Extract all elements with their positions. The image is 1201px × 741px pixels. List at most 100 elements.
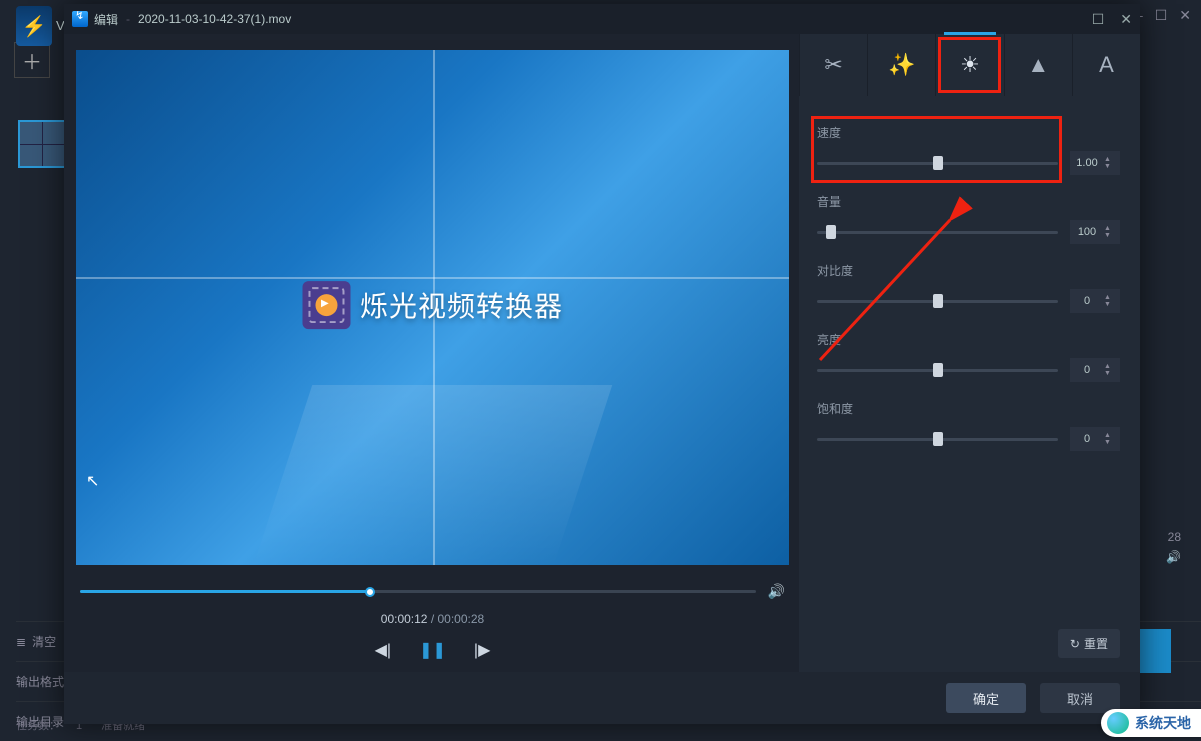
brightness-down-icon[interactable]: ▼ bbox=[1104, 370, 1111, 377]
brightness-thumb[interactable] bbox=[933, 363, 943, 377]
site-badge: 系统天地 bbox=[1101, 709, 1201, 737]
modal-app-icon bbox=[72, 11, 88, 27]
reflection-decor bbox=[253, 385, 611, 565]
add-file-button[interactable]: ＋ bbox=[14, 42, 50, 78]
modal-window-controls: ☐ ✕ bbox=[1092, 11, 1132, 28]
speed-group: 速度 ▲▼ bbox=[817, 124, 1120, 175]
watermark-text: 烁光视频转换器 bbox=[360, 285, 563, 325]
time-display: 00:00:12 / 00:00:28 bbox=[76, 612, 789, 626]
saturation-slider[interactable] bbox=[817, 438, 1058, 441]
volume-spinner[interactable]: ▲▼ bbox=[1070, 220, 1120, 244]
ok-button[interactable]: 确定 bbox=[946, 683, 1026, 713]
saturation-down-icon[interactable]: ▼ bbox=[1104, 439, 1111, 446]
contrast-group: 对比度 ▲▼ bbox=[817, 262, 1120, 313]
watermark-overlay: 烁光视频转换器 bbox=[302, 281, 563, 329]
saturation-value[interactable] bbox=[1070, 433, 1104, 445]
clear-label: 清空 bbox=[32, 633, 56, 650]
contrast-label: 对比度 bbox=[817, 262, 1120, 279]
cancel-button[interactable]: 取消 bbox=[1040, 683, 1120, 713]
reset-row: ↻ 重置 bbox=[799, 629, 1140, 672]
saturation-spinner[interactable]: ▲▼ bbox=[1070, 427, 1120, 451]
seek-slider[interactable] bbox=[80, 590, 756, 593]
next-frame-button[interactable]: |▶ bbox=[474, 640, 490, 660]
contrast-down-icon[interactable]: ▼ bbox=[1104, 301, 1111, 308]
seek-fill bbox=[80, 590, 370, 593]
brightness-slider[interactable] bbox=[817, 369, 1058, 372]
contrast-value[interactable] bbox=[1070, 295, 1104, 307]
playback-controls: ◀| ❚❚ |▶ bbox=[76, 640, 789, 660]
tab-cut[interactable]: ✂ bbox=[799, 34, 867, 96]
modal-close-icon[interactable]: ✕ bbox=[1120, 11, 1132, 28]
brightness-up-icon[interactable]: ▲ bbox=[1104, 363, 1111, 370]
tab-text[interactable]: A bbox=[1072, 34, 1140, 96]
volume-icon[interactable]: 🔊 bbox=[768, 583, 785, 600]
cursor-icon: ↖ bbox=[86, 471, 99, 491]
reset-icon: ↻ bbox=[1070, 637, 1080, 651]
speed-label: 速度 bbox=[817, 124, 1120, 141]
video-preview[interactable]: ↖ 烁光视频转换器 bbox=[76, 50, 789, 565]
brightness-label: 亮度 bbox=[817, 331, 1120, 348]
modal-titlebar: 编辑 - 2020-11-03-10-42-37(1).mov ☐ ✕ bbox=[64, 4, 1140, 34]
contrast-up-icon[interactable]: ▲ bbox=[1104, 294, 1111, 301]
speed-spinner[interactable]: ▲▼ bbox=[1070, 151, 1120, 175]
brightness-spinner[interactable]: ▲▼ bbox=[1070, 358, 1120, 382]
tab-adjust[interactable]: ☀ bbox=[935, 34, 1003, 96]
bg-duration: 28 bbox=[1166, 530, 1181, 544]
speed-thumb[interactable] bbox=[933, 156, 943, 170]
contrast-spinner[interactable]: ▲▼ bbox=[1070, 289, 1120, 313]
modal-filename: 2020-11-03-10-42-37(1).mov bbox=[138, 12, 291, 26]
tab-effects[interactable]: ✨ bbox=[867, 34, 935, 96]
speed-value[interactable] bbox=[1070, 157, 1104, 169]
stamp-icon: ▲ bbox=[1027, 52, 1049, 78]
tasks-label: 任务数： bbox=[16, 720, 60, 732]
brightness-group: 亮度 ▲▼ bbox=[817, 331, 1120, 382]
speed-slider[interactable] bbox=[817, 162, 1058, 165]
title-separator: - bbox=[126, 12, 130, 26]
prev-frame-button[interactable]: ◀| bbox=[375, 640, 391, 660]
saturation-label: 饱和度 bbox=[817, 400, 1120, 417]
brightness-value[interactable] bbox=[1070, 364, 1104, 376]
modal-footer: 确定 取消 bbox=[64, 672, 1140, 724]
video-thumbnail[interactable] bbox=[18, 120, 66, 168]
volume-group: 音量 ▲▼ bbox=[817, 193, 1120, 244]
magic-wand-icon: ✨ bbox=[888, 52, 915, 78]
saturation-up-icon[interactable]: ▲ bbox=[1104, 432, 1111, 439]
ok-label: 确定 bbox=[973, 689, 999, 708]
badge-text: 系统天地 bbox=[1135, 715, 1191, 731]
modal-body: ↖ 烁光视频转换器 🔊 00:00:12 / 00:00:28 bbox=[64, 34, 1140, 672]
contrast-thumb[interactable] bbox=[933, 294, 943, 308]
tool-tabs: ✂ ✨ ☀ ▲ A bbox=[799, 34, 1140, 96]
contrast-slider[interactable] bbox=[817, 300, 1058, 303]
bg-close-icon[interactable]: ✕ bbox=[1179, 7, 1191, 24]
volume-up-icon[interactable]: ▲ bbox=[1104, 225, 1111, 232]
text-icon: A bbox=[1099, 52, 1114, 78]
saturation-thumb[interactable] bbox=[933, 432, 943, 446]
reset-label: 重置 bbox=[1084, 635, 1108, 652]
reset-button[interactable]: ↻ 重置 bbox=[1058, 629, 1120, 658]
preview-pane: ↖ 烁光视频转换器 🔊 00:00:12 / 00:00:28 bbox=[64, 34, 799, 672]
speed-down-icon[interactable]: ▼ bbox=[1104, 163, 1111, 170]
modal-maximize-icon[interactable]: ☐ bbox=[1092, 11, 1105, 28]
bg-volume-icon[interactable]: 🔊 bbox=[1166, 550, 1181, 564]
brightness-icon: ☀ bbox=[960, 52, 980, 78]
pause-button[interactable]: ❚❚ bbox=[419, 640, 446, 660]
volume-value[interactable] bbox=[1070, 226, 1104, 238]
tab-watermark[interactable]: ▲ bbox=[1004, 34, 1072, 96]
app-logo-icon bbox=[16, 6, 52, 46]
seek-thumb[interactable] bbox=[365, 587, 375, 597]
cancel-label: 取消 bbox=[1067, 689, 1093, 708]
watermark-logo-icon bbox=[302, 281, 350, 329]
volume-down-icon[interactable]: ▼ bbox=[1104, 232, 1111, 239]
output-format-label: 输出格式 bbox=[16, 673, 64, 690]
volume-thumb[interactable] bbox=[826, 225, 836, 239]
edit-panel: ✂ ✨ ☀ ▲ A 速度 ▲▼ bbox=[799, 34, 1140, 672]
volume-slider[interactable] bbox=[817, 231, 1058, 234]
modal-title: 编辑 bbox=[94, 11, 118, 28]
speed-up-icon[interactable]: ▲ bbox=[1104, 156, 1111, 163]
bg-maximize-icon[interactable]: ☐ bbox=[1155, 7, 1168, 24]
time-separator: / bbox=[431, 612, 438, 626]
adjust-sliders: 速度 ▲▼ 音量 ▲▼ bbox=[799, 96, 1140, 479]
scissors-icon: ✂ bbox=[824, 52, 842, 78]
current-time: 00:00:12 bbox=[381, 612, 428, 626]
clear-list-icon: ≣ bbox=[16, 635, 26, 649]
